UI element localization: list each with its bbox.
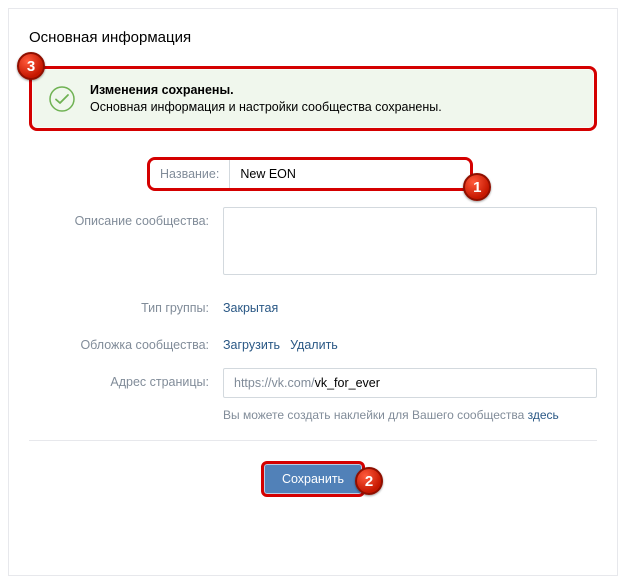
group-type-value[interactable]: Закрытая xyxy=(223,294,278,315)
address-label: Адрес страницы: xyxy=(29,368,209,389)
cover-upload-link[interactable]: Загрузить xyxy=(223,338,280,352)
annotation-badge-2: 2 xyxy=(355,467,383,495)
group-type-label: Тип группы: xyxy=(29,294,209,315)
success-message: Основная информация и настройки сообщест… xyxy=(90,100,442,114)
cover-remove-link[interactable]: Удалить xyxy=(290,338,338,352)
description-textarea[interactable] xyxy=(223,207,597,275)
address-hint: Вы можете создать наклейки для Вашего со… xyxy=(223,406,597,424)
description-label: Описание сообщества: xyxy=(29,207,209,228)
address-input[interactable]: https://vk.com/vk_for_ever xyxy=(223,368,597,398)
cover-label: Обложка сообщества: xyxy=(29,331,209,352)
success-text: Изменения сохранены. Основная информация… xyxy=(90,83,442,114)
save-button[interactable]: Сохранить xyxy=(261,461,365,497)
address-prefix: https://vk.com/ xyxy=(234,376,315,390)
stickers-link[interactable]: здесь xyxy=(528,408,559,422)
checkmark-icon xyxy=(48,85,76,113)
name-label: Название: xyxy=(150,160,230,188)
success-banner: Изменения сохранены. Основная информация… xyxy=(29,66,597,131)
page-title: Основная информация xyxy=(29,29,597,46)
address-value: vk_for_ever xyxy=(315,376,380,390)
annotation-badge-3: 3 xyxy=(17,52,45,80)
footer: Сохранить 2 xyxy=(29,440,597,517)
name-input[interactable] xyxy=(230,160,470,188)
annotation-badge-1: 1 xyxy=(463,173,491,201)
name-field-highlight: Название: xyxy=(147,157,473,191)
success-title: Изменения сохранены. xyxy=(90,83,442,97)
settings-panel: Основная информация 3 Изменения сохранен… xyxy=(8,8,618,576)
